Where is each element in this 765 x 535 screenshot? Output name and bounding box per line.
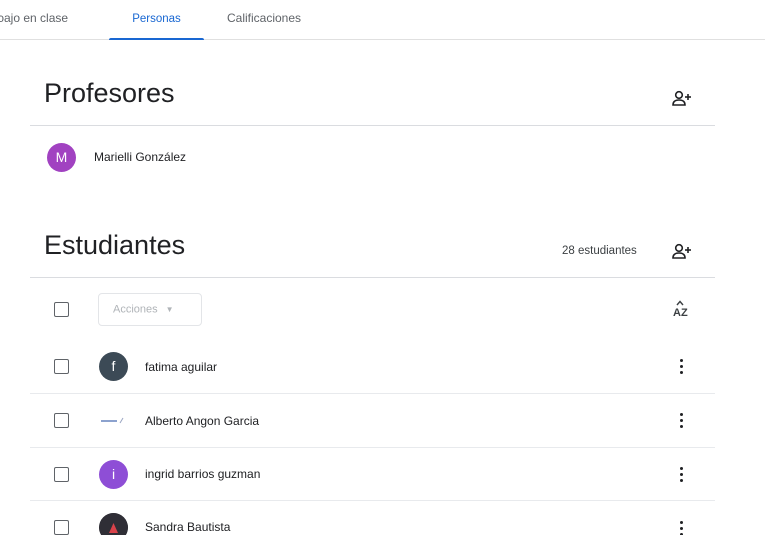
- avatar: [99, 513, 128, 535]
- student-checkbox[interactable]: [54, 467, 69, 482]
- svg-text:A: A: [673, 307, 681, 319]
- avatar: M: [47, 143, 76, 172]
- tab-personas-label: Personas: [132, 13, 181, 25]
- teachers-heading: Profesores: [44, 78, 175, 108]
- sort-az-icon[interactable]: A Z: [669, 300, 693, 320]
- actions-dropdown[interactable]: Acciones ▼: [98, 293, 202, 326]
- tab-personas[interactable]: Personas: [109, 0, 204, 40]
- teachers-divider: [30, 125, 715, 126]
- student-name[interactable]: fatima aguilar: [145, 360, 217, 374]
- active-tab-indicator: [109, 38, 204, 40]
- avatar: [99, 410, 129, 430]
- teacher-name: Marielli González: [94, 150, 187, 164]
- students-heading: Estudiantes: [44, 230, 186, 260]
- row-divider: [30, 393, 715, 394]
- row-divider: [30, 447, 715, 448]
- student-name[interactable]: Sandra Bautista: [145, 520, 230, 534]
- actions-label: Acciones: [113, 303, 158, 316]
- student-count: 28 estudiantes: [562, 245, 637, 257]
- add-person-icon[interactable]: [671, 90, 693, 108]
- avatar: f: [99, 352, 128, 381]
- tab-bar: ɔajo en clase Personas Calificaciones: [0, 0, 765, 40]
- row-divider: [30, 500, 715, 501]
- student-checkbox[interactable]: [54, 520, 69, 535]
- students-divider: [30, 277, 715, 278]
- more-options-icon[interactable]: [677, 413, 685, 429]
- avatar: i: [99, 460, 128, 489]
- student-name[interactable]: Alberto Angon Garcia: [145, 414, 259, 428]
- tab-calificaciones[interactable]: Calificaciones: [227, 0, 301, 40]
- caret-down-icon: ▼: [165, 305, 174, 314]
- svg-text:Z: Z: [681, 307, 688, 319]
- add-person-icon[interactable]: [671, 243, 693, 261]
- more-options-icon[interactable]: [677, 467, 685, 483]
- more-options-icon[interactable]: [677, 359, 685, 375]
- select-all-checkbox[interactable]: [54, 302, 69, 317]
- tab-trabajo-en-clase[interactable]: ɔajo en clase: [0, 0, 68, 40]
- student-name[interactable]: ingrid barrios guzman: [145, 467, 260, 481]
- student-checkbox[interactable]: [54, 359, 69, 374]
- student-checkbox[interactable]: [54, 413, 69, 428]
- more-options-icon[interactable]: [677, 521, 685, 535]
